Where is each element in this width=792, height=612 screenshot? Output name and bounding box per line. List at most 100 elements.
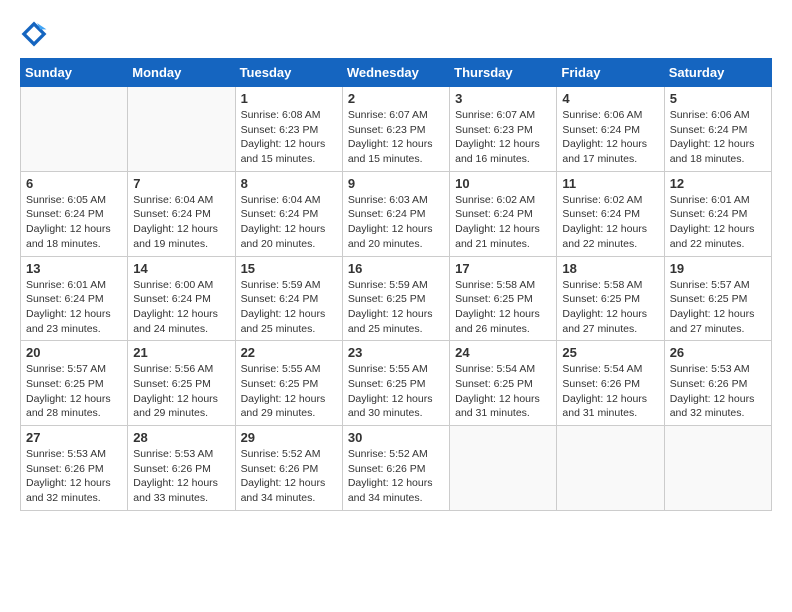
- day-number: 14: [133, 261, 229, 276]
- day-info: Sunrise: 5:59 AM Sunset: 6:25 PM Dayligh…: [348, 278, 444, 337]
- day-number: 7: [133, 176, 229, 191]
- calendar-cell: 2 Sunrise: 6:07 AM Sunset: 6:23 PM Daylig…: [342, 87, 449, 172]
- calendar-cell: 4 Sunrise: 6:06 AM Sunset: 6:24 PM Daylig…: [557, 87, 664, 172]
- day-of-week-header: Saturday: [664, 59, 771, 87]
- day-number: 9: [348, 176, 444, 191]
- logo: [20, 20, 52, 48]
- day-info: Sunrise: 6:03 AM Sunset: 6:24 PM Dayligh…: [348, 193, 444, 252]
- day-info: Sunrise: 6:02 AM Sunset: 6:24 PM Dayligh…: [455, 193, 551, 252]
- day-info: Sunrise: 5:55 AM Sunset: 6:25 PM Dayligh…: [348, 362, 444, 421]
- day-number: 13: [26, 261, 122, 276]
- calendar-cell: 9 Sunrise: 6:03 AM Sunset: 6:24 PM Daylig…: [342, 171, 449, 256]
- day-number: 21: [133, 345, 229, 360]
- day-info: Sunrise: 5:56 AM Sunset: 6:25 PM Dayligh…: [133, 362, 229, 421]
- day-info: Sunrise: 5:53 AM Sunset: 6:26 PM Dayligh…: [670, 362, 766, 421]
- calendar-cell: [450, 426, 557, 511]
- day-number: 30: [348, 430, 444, 445]
- calendar-cell: 19 Sunrise: 5:57 AM Sunset: 6:25 PM Dayli…: [664, 256, 771, 341]
- calendar-cell: 5Sunrise: 6:06 AM Sunset: 6:24 PM Daylig…: [664, 87, 771, 172]
- calendar-cell: 16 Sunrise: 5:59 AM Sunset: 6:25 PM Dayli…: [342, 256, 449, 341]
- day-info: Sunrise: 6:00 AM Sunset: 6:24 PM Dayligh…: [133, 278, 229, 337]
- day-number: 11: [562, 176, 658, 191]
- day-number: 3: [455, 91, 551, 106]
- day-number: 10: [455, 176, 551, 191]
- calendar-cell: 23 Sunrise: 5:55 AM Sunset: 6:25 PM Dayli…: [342, 341, 449, 426]
- day-info: Sunrise: 5:55 AM Sunset: 6:25 PM Dayligh…: [241, 362, 337, 421]
- day-info: Sunrise: 5:59 AM Sunset: 6:24 PM Dayligh…: [241, 278, 337, 337]
- day-info: Sunrise: 5:52 AM Sunset: 6:26 PM Dayligh…: [241, 447, 337, 506]
- day-info: Sunrise: 6:07 AM Sunset: 6:23 PM Dayligh…: [348, 108, 444, 167]
- calendar-cell: 13 Sunrise: 6:01 AM Sunset: 6:24 PM Dayli…: [21, 256, 128, 341]
- day-info: Sunrise: 5:54 AM Sunset: 6:25 PM Dayligh…: [455, 362, 551, 421]
- calendar-week-row: 27 Sunrise: 5:53 AM Sunset: 6:26 PM Dayli…: [21, 426, 772, 511]
- day-number: 25: [562, 345, 658, 360]
- day-number: 5: [670, 91, 766, 106]
- calendar-cell: [557, 426, 664, 511]
- day-number: 1: [241, 91, 337, 106]
- calendar-week-row: 1 Sunrise: 6:08 AM Sunset: 6:23 PM Daylig…: [21, 87, 772, 172]
- day-number: 27: [26, 430, 122, 445]
- day-of-week-header: Wednesday: [342, 59, 449, 87]
- calendar-cell: 17Sunrise: 5:58 AM Sunset: 6:25 PM Dayli…: [450, 256, 557, 341]
- calendar-table: SundayMondayTuesdayWednesdayThursdayFrid…: [20, 58, 772, 511]
- calendar-cell: 10 Sunrise: 6:02 AM Sunset: 6:24 PM Dayli…: [450, 171, 557, 256]
- day-info: Sunrise: 5:57 AM Sunset: 6:25 PM Dayligh…: [670, 278, 766, 337]
- day-info: Sunrise: 5:52 AM Sunset: 6:26 PM Dayligh…: [348, 447, 444, 506]
- day-info: Sunrise: 6:04 AM Sunset: 6:24 PM Dayligh…: [241, 193, 337, 252]
- calendar-cell: 27 Sunrise: 5:53 AM Sunset: 6:26 PM Dayli…: [21, 426, 128, 511]
- calendar-cell: 21 Sunrise: 5:56 AM Sunset: 6:25 PM Dayli…: [128, 341, 235, 426]
- calendar-cell: 15 Sunrise: 5:59 AM Sunset: 6:24 PM Dayli…: [235, 256, 342, 341]
- calendar-week-row: 20 Sunrise: 5:57 AM Sunset: 6:25 PM Dayli…: [21, 341, 772, 426]
- day-number: 19: [670, 261, 766, 276]
- day-number: 29: [241, 430, 337, 445]
- day-number: 20: [26, 345, 122, 360]
- day-number: 6: [26, 176, 122, 191]
- day-number: 8: [241, 176, 337, 191]
- day-number: 16: [348, 261, 444, 276]
- calendar-cell: [128, 87, 235, 172]
- day-info: Sunrise: 5:53 AM Sunset: 6:26 PM Dayligh…: [133, 447, 229, 506]
- day-number: 28: [133, 430, 229, 445]
- calendar-header-row: SundayMondayTuesdayWednesdayThursdayFrid…: [21, 59, 772, 87]
- day-number: 15: [241, 261, 337, 276]
- day-number: 18: [562, 261, 658, 276]
- day-info: Sunrise: 6:01 AM Sunset: 6:24 PM Dayligh…: [26, 278, 122, 337]
- calendar-cell: 20 Sunrise: 5:57 AM Sunset: 6:25 PM Dayli…: [21, 341, 128, 426]
- calendar-cell: 12 Sunrise: 6:01 AM Sunset: 6:24 PM Dayli…: [664, 171, 771, 256]
- calendar-cell: 6 Sunrise: 6:05 AM Sunset: 6:24 PM Daylig…: [21, 171, 128, 256]
- calendar-cell: 8 Sunrise: 6:04 AM Sunset: 6:24 PM Daylig…: [235, 171, 342, 256]
- day-info: Sunrise: 6:07 AM Sunset: 6:23 PM Dayligh…: [455, 108, 551, 167]
- calendar-cell: 26 Sunrise: 5:53 AM Sunset: 6:26 PM Dayli…: [664, 341, 771, 426]
- day-info: Sunrise: 5:53 AM Sunset: 6:26 PM Dayligh…: [26, 447, 122, 506]
- day-info: Sunrise: 6:02 AM Sunset: 6:24 PM Dayligh…: [562, 193, 658, 252]
- day-info: Sunrise: 6:06 AM Sunset: 6:24 PM Dayligh…: [562, 108, 658, 167]
- calendar-cell: 22 Sunrise: 5:55 AM Sunset: 6:25 PM Dayli…: [235, 341, 342, 426]
- day-number: 26: [670, 345, 766, 360]
- day-number: 2: [348, 91, 444, 106]
- day-of-week-header: Thursday: [450, 59, 557, 87]
- calendar-cell: 14 Sunrise: 6:00 AM Sunset: 6:24 PM Dayli…: [128, 256, 235, 341]
- calendar-cell: 7Sunrise: 6:04 AM Sunset: 6:24 PM Daylig…: [128, 171, 235, 256]
- logo-icon: [20, 20, 48, 48]
- day-info: Sunrise: 5:54 AM Sunset: 6:26 PM Dayligh…: [562, 362, 658, 421]
- day-info: Sunrise: 6:01 AM Sunset: 6:24 PM Dayligh…: [670, 193, 766, 252]
- page-header: [20, 20, 772, 48]
- day-info: Sunrise: 5:58 AM Sunset: 6:25 PM Dayligh…: [562, 278, 658, 337]
- calendar-cell: [21, 87, 128, 172]
- day-info: Sunrise: 5:57 AM Sunset: 6:25 PM Dayligh…: [26, 362, 122, 421]
- day-number: 12: [670, 176, 766, 191]
- calendar-cell: 29 Sunrise: 5:52 AM Sunset: 6:26 PM Dayli…: [235, 426, 342, 511]
- day-info: Sunrise: 6:05 AM Sunset: 6:24 PM Dayligh…: [26, 193, 122, 252]
- calendar-cell: 18 Sunrise: 5:58 AM Sunset: 6:25 PM Dayli…: [557, 256, 664, 341]
- day-of-week-header: Friday: [557, 59, 664, 87]
- calendar-cell: 30 Sunrise: 5:52 AM Sunset: 6:26 PM Dayli…: [342, 426, 449, 511]
- day-number: 4: [562, 91, 658, 106]
- calendar-cell: 3 Sunrise: 6:07 AM Sunset: 6:23 PM Daylig…: [450, 87, 557, 172]
- day-number: 22: [241, 345, 337, 360]
- calendar-week-row: 6 Sunrise: 6:05 AM Sunset: 6:24 PM Daylig…: [21, 171, 772, 256]
- day-info: Sunrise: 6:08 AM Sunset: 6:23 PM Dayligh…: [241, 108, 337, 167]
- calendar-cell: 11 Sunrise: 6:02 AM Sunset: 6:24 PM Dayli…: [557, 171, 664, 256]
- day-number: 23: [348, 345, 444, 360]
- calendar-cell: 1 Sunrise: 6:08 AM Sunset: 6:23 PM Daylig…: [235, 87, 342, 172]
- day-number: 24: [455, 345, 551, 360]
